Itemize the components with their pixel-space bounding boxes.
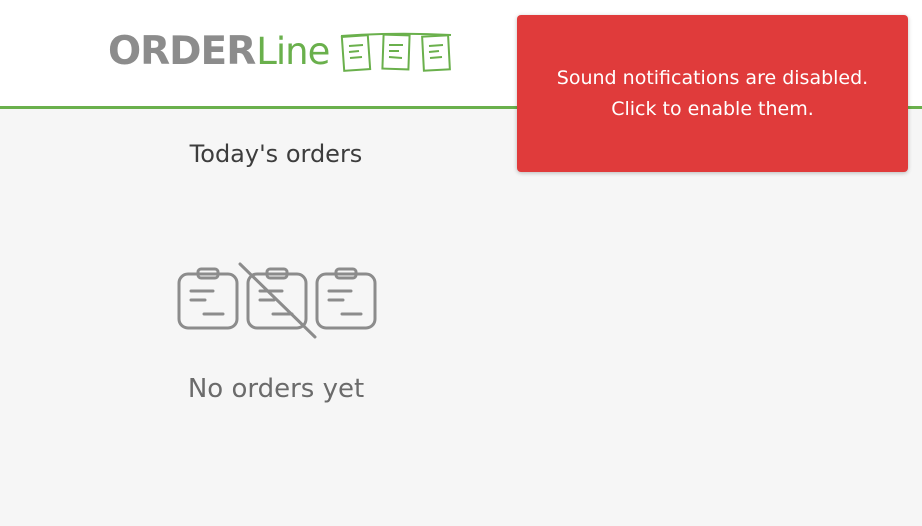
page-title: Today's orders <box>189 140 363 168</box>
logo-word-line: Line <box>256 29 330 73</box>
no-orders-icon <box>177 262 377 339</box>
hanging-tickets-icon <box>341 32 452 72</box>
sound-notification-toast[interactable]: Sound notifications are disabled. Click … <box>517 15 908 172</box>
empty-state-message: No orders yet <box>187 374 365 404</box>
toast-message-line2: Click to enable them. <box>611 97 814 120</box>
orderline-logo[interactable]: ORDER Line <box>108 28 453 74</box>
logo-word-order: ORDER <box>108 28 256 74</box>
toast-message-line1: Sound notifications are disabled. <box>556 66 869 89</box>
